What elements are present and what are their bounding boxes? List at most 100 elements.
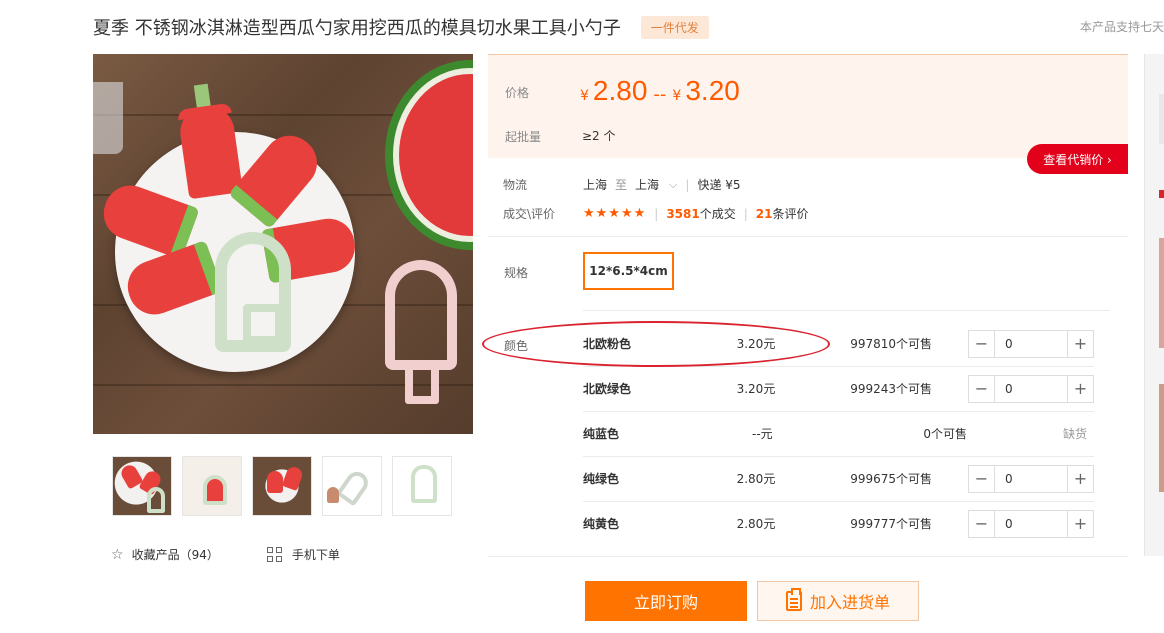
moq-value: ≥2 个: [582, 129, 616, 143]
price-label: 价格: [505, 86, 530, 100]
side-panel: [1144, 54, 1164, 556]
side-thumb: [1159, 190, 1164, 198]
sku-name: 北欧粉色: [583, 337, 632, 351]
quantity-stepper: − +: [968, 509, 1094, 538]
sku-price: 2.80元: [736, 517, 776, 531]
title-bar: 夏季 不锈钢冰淇淋造型西瓜勺家用挖西瓜的模具切水果工具小勺子 一件代发: [93, 14, 709, 40]
price-range: ¥ 2.80 -- ¥ 3.20: [580, 75, 740, 107]
plus-icon[interactable]: +: [1067, 510, 1093, 537]
side-thumb[interactable]: [1159, 384, 1164, 492]
sku-price: --元: [752, 427, 773, 441]
pink-mold-handle: [405, 360, 439, 404]
thumbnail-3[interactable]: [252, 456, 312, 516]
price-min: 2.80: [592, 75, 648, 106]
quantity-stepper: − +: [968, 464, 1094, 493]
quantity-input[interactable]: [995, 465, 1067, 492]
sku-price: 3.20元: [736, 337, 776, 351]
currency-symbol: ¥: [672, 88, 682, 104]
thumbnail-5[interactable]: [392, 456, 452, 516]
quantity-input[interactable]: [995, 510, 1067, 537]
sku-row: 北欧粉色 3.20元 997810个可售 − +: [583, 321, 1094, 366]
favorite-label: 收藏产品（94）: [131, 548, 219, 562]
plus-icon[interactable]: +: [1067, 375, 1093, 402]
sku-name: 纯黄色: [583, 517, 620, 531]
currency-symbol: ¥: [580, 88, 589, 104]
mobile-order-link[interactable]: 手机下单: [266, 546, 340, 563]
review-count[interactable]: 21: [756, 207, 773, 221]
star-rating-icon: ★★★★★: [583, 206, 647, 221]
spec-option-selected[interactable]: 12*6.5*4cm: [583, 252, 674, 290]
thumbnail-strip: [112, 456, 452, 516]
divider-line: [583, 310, 1110, 311]
main-product-image[interactable]: [93, 54, 473, 434]
sku-name: 纯绿色: [583, 472, 620, 486]
sku-stock: 0个可售: [923, 427, 967, 441]
thumbnail-1[interactable]: [112, 456, 172, 516]
price-max: 3.20: [685, 75, 740, 106]
qr-code-icon: [266, 547, 282, 562]
sku-name: 纯蓝色: [583, 427, 620, 441]
logistics-label: 物流: [503, 178, 528, 192]
quantity-stepper: − +: [968, 329, 1094, 358]
price-block: 价格 ¥ 2.80 -- ¥ 3.20 起批量 ≥2 个: [488, 54, 1128, 158]
watermelon-pop: [176, 83, 244, 200]
pink-mold: [385, 260, 457, 370]
sku-price: 3.20元: [736, 382, 776, 396]
sku-stock: 999243个可售: [850, 382, 932, 396]
sku-name: 北欧绿色: [583, 382, 632, 396]
mobile-order-label: 手机下单: [291, 548, 340, 562]
spec-label: 规格: [504, 266, 529, 280]
green-mold-handle: [243, 304, 283, 344]
sku-stock: 999777个可售: [850, 517, 932, 531]
sku-row: 北欧绿色 3.20元 999243个可售 − +: [583, 366, 1094, 411]
divider-line: [488, 556, 1128, 557]
color-label: 颜色: [504, 339, 529, 353]
favorite-link[interactable]: ☆ 收藏产品（94）: [111, 546, 219, 563]
sku-stock: 999675个可售: [850, 472, 932, 486]
plus-icon[interactable]: +: [1067, 465, 1093, 492]
moq-label: 起批量: [505, 130, 542, 144]
watermelon-half: [385, 60, 473, 250]
quantity-input[interactable]: [995, 375, 1067, 402]
clipboard-icon: [785, 588, 802, 611]
minus-icon[interactable]: −: [969, 375, 995, 402]
sku-price: 2.80元: [736, 472, 776, 486]
reviews-row: 成交\评价 ★★★★★ | 3581 个成交 | 21 条评价: [503, 205, 809, 222]
minus-icon[interactable]: −: [969, 465, 995, 492]
ship-to-select[interactable]: 上海: [635, 176, 659, 193]
sku-row: 纯绿色 2.80元 999675个可售 − +: [583, 456, 1094, 501]
buy-now-button[interactable]: 立即订购: [585, 581, 747, 621]
sku-row: 纯黄色 2.80元 999777个可售 − +: [583, 501, 1094, 546]
minus-icon[interactable]: −: [969, 510, 995, 537]
dropship-badge[interactable]: 一件代发: [640, 15, 709, 39]
to-word: 至: [615, 178, 628, 192]
deals-count[interactable]: 3581: [666, 207, 699, 221]
minus-icon[interactable]: −: [969, 330, 995, 357]
add-to-list-button[interactable]: 加入进货单: [757, 581, 919, 621]
sku-stock: 997810个可售: [850, 337, 932, 351]
glass-shape: [93, 82, 123, 154]
price-separator: --: [653, 84, 667, 105]
divider: |: [685, 177, 690, 192]
shipping-fee: 快递 ¥5: [697, 178, 741, 192]
reviews-label: 成交\评价: [503, 207, 556, 221]
deals-label: 个成交: [699, 207, 736, 221]
chevron-down-icon[interactable]: ⌵: [669, 178, 677, 192]
divider-line: [488, 236, 1128, 237]
view-agent-price-button[interactable]: 查看代销价 ›: [1027, 144, 1128, 174]
quantity-input[interactable]: [995, 330, 1067, 357]
side-thumb[interactable]: [1159, 238, 1164, 348]
thumbnail-2[interactable]: [182, 456, 242, 516]
quantity-stepper: − +: [968, 374, 1094, 403]
review-label: 条评价: [772, 207, 809, 221]
support-note: 本产品支持七天: [1079, 20, 1164, 34]
plus-icon[interactable]: +: [1067, 330, 1093, 357]
logistics-row: 物流 上海 至 上海 ⌵ | 快递 ¥5: [503, 176, 741, 193]
thumbnail-4[interactable]: [322, 456, 382, 516]
product-title: 夏季 不锈钢冰淇淋造型西瓜勺家用挖西瓜的模具切水果工具小勺子: [93, 18, 621, 39]
star-outline-icon: ☆: [111, 546, 124, 563]
sku-row: 纯蓝色 --元 0个可售 缺货: [583, 411, 1094, 456]
side-thumb[interactable]: [1159, 94, 1164, 144]
bottom-links: ☆ 收藏产品（94） 手机下单: [111, 546, 340, 563]
divider: |: [743, 206, 748, 221]
